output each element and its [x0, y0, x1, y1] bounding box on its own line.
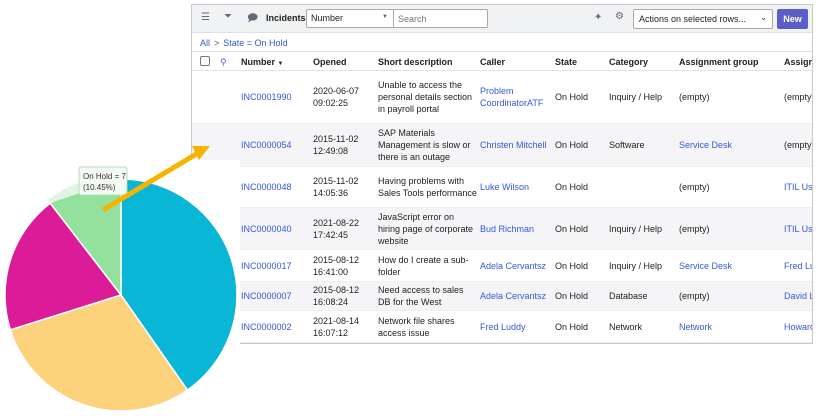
- annotation-layer: [101, 146, 210, 213]
- annotation-arrow: [101, 150, 200, 213]
